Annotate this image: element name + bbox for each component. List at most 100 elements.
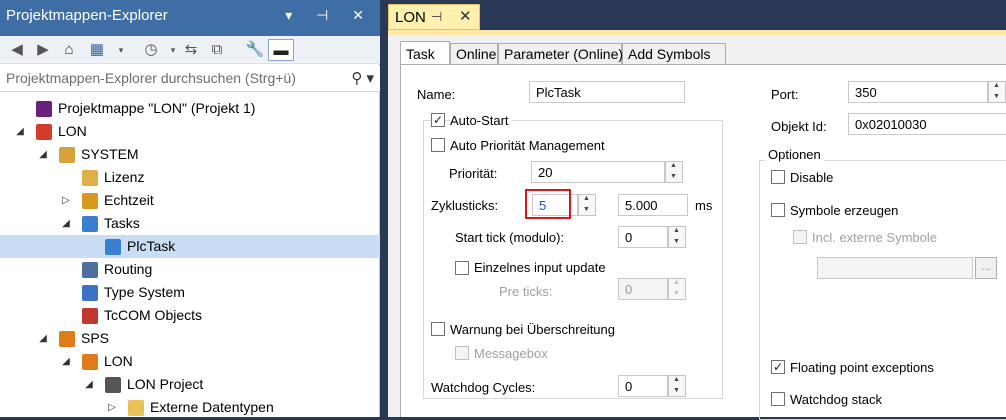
tasks-icon <box>82 216 98 232</box>
tab-parameter-online[interactable]: Parameter (Online) <box>498 43 623 65</box>
watchdog-cycles-label: Watchdog Cycles: <box>431 380 536 395</box>
auto-start-label: Auto-Start <box>450 113 512 128</box>
tccom-icon <box>82 308 98 324</box>
external-symbols-label: Incl. externe Symbole <box>812 230 938 245</box>
home-icon[interactable]: ⌂ <box>58 39 80 61</box>
external-symbols-checkbox <box>793 230 807 244</box>
panel-window-controls[interactable]: ▾ ⊣ ✕ <box>285 7 374 24</box>
tab-online[interactable]: Online <box>450 43 498 65</box>
collapse-arrow-icon[interactable]: ◢ <box>60 350 72 373</box>
cycle-ticks-spinner[interactable] <box>578 194 596 216</box>
expand-arrow-icon[interactable]: ▷ <box>60 189 72 212</box>
auto-priority-checkbox[interactable] <box>431 138 445 152</box>
expand-arrow-icon[interactable]: ▷ <box>106 396 118 419</box>
tree-item-label: LON <box>104 353 133 369</box>
tree-item-label: TcCOM Objects <box>104 307 203 323</box>
single-input-update-checkbox[interactable] <box>455 261 469 275</box>
type-system-icon <box>82 285 98 301</box>
create-symbols-label: Symbole erzeugen <box>790 203 899 218</box>
pin-icon[interactable]: ⊣ <box>431 9 442 25</box>
name-field[interactable]: PlcTask <box>529 81 685 103</box>
watchdog-cycles-field[interactable]: 0 <box>618 375 668 397</box>
create-symbols-checkbox[interactable] <box>771 203 785 217</box>
watchdog-stack-label: Watchdog stack <box>790 392 883 407</box>
plc-project-icon <box>82 354 98 370</box>
tree-item[interactable]: Lizenz <box>0 166 380 189</box>
plc-subproject-icon <box>105 377 121 393</box>
twincat-project-icon <box>36 124 52 140</box>
close-icon[interactable]: ✕ <box>459 7 472 25</box>
back-icon[interactable]: ◀ <box>6 39 28 61</box>
task-tab-pane: Name: PlcTask ✓ Auto-Start Auto Prioritä… <box>400 64 1006 420</box>
tree-item-label: Externe Datentypen <box>150 399 274 415</box>
tree-item[interactable]: ▷ Externe Datentypen <box>0 396 380 419</box>
tree-item[interactable]: ◢ LON Project <box>0 373 380 396</box>
tree-item-label: LON Project <box>127 376 204 392</box>
solution-icon <box>36 101 52 117</box>
folder-icon <box>128 400 144 416</box>
pre-ticks-spinner <box>668 278 686 300</box>
solution-explorer-search[interactable]: Projektmappen-Explorer durchsuchen (Strg… <box>0 66 380 92</box>
pending-changes-icon[interactable]: ◷ <box>140 39 162 61</box>
priority-field[interactable]: 20 <box>531 161 665 183</box>
tree-item[interactable]: ▷ Echtzeit <box>0 189 380 212</box>
tree-item[interactable]: Routing <box>0 258 380 281</box>
sync-icon[interactable]: ⇆ <box>180 39 202 61</box>
browse-button: ... <box>975 257 997 279</box>
document-tab-lon[interactable]: LON ⊣ ✕ <box>388 4 480 30</box>
port-label: Port: <box>771 87 799 102</box>
pre-ticks-field: 0 <box>618 278 668 300</box>
tree-item-label: SYSTEM <box>81 146 139 162</box>
document-tab-label: LON <box>395 9 426 26</box>
properties-wrench-icon[interactable]: 🔧 <box>244 39 266 61</box>
watchdog-stack-checkbox[interactable] <box>771 392 785 406</box>
priority-spinner[interactable] <box>665 161 683 183</box>
port-field[interactable]: 350 <box>848 81 988 103</box>
start-tick-field[interactable]: 0 <box>618 226 668 248</box>
search-icon[interactable]: ⚲ ▾ <box>351 69 374 87</box>
watchdog-cycles-spinner[interactable] <box>668 375 686 397</box>
disable-checkbox[interactable] <box>771 170 785 184</box>
options-group <box>759 160 1006 420</box>
cycle-ms-field[interactable]: 5.000 <box>618 194 688 216</box>
collapse-arrow-icon[interactable]: ◢ <box>83 373 95 396</box>
collapse-arrow-icon[interactable]: ◢ <box>37 143 49 166</box>
collapse-arrow-icon[interactable]: ◢ <box>60 212 72 235</box>
messagebox-label: Messagebox <box>474 346 548 361</box>
floating-point-exceptions-checkbox[interactable]: ✓ <box>771 360 785 374</box>
tab-task[interactable]: Task <box>400 41 450 65</box>
routing-icon <box>82 262 98 278</box>
license-icon <box>82 170 98 186</box>
single-input-update-label: Einzelnes input update <box>474 260 606 275</box>
collapse-arrow-icon[interactable]: ◢ <box>37 327 49 350</box>
port-spinner[interactable] <box>988 81 1006 103</box>
views-dropdown-icon[interactable]: ▾ <box>110 39 132 61</box>
preview-icon[interactable]: ▬ <box>268 39 294 61</box>
auto-start-checkbox[interactable]: ✓ <box>431 113 445 127</box>
tree-item[interactable]: PlcTask <box>0 235 380 258</box>
tree-item-label: Routing <box>104 261 153 277</box>
tree-item-label: SPS <box>81 330 110 346</box>
plc-icon <box>59 331 75 347</box>
search-input[interactable]: Projektmappen-Explorer durchsuchen (Strg… <box>6 70 296 86</box>
cycle-ticks-label: Zyklusticks: <box>431 198 499 213</box>
overrun-warning-checkbox[interactable] <box>431 322 445 336</box>
tree-item[interactable]: ◢ LON <box>0 350 380 373</box>
object-id-label: Objekt Id: <box>771 119 827 134</box>
collapse-all-icon[interactable]: ⧉ <box>206 39 228 61</box>
forward-icon[interactable]: ▶ <box>32 39 54 61</box>
tree-item[interactable]: Type System <box>0 281 380 304</box>
switch-views-icon[interactable]: ▦ <box>86 39 108 61</box>
tree-item[interactable]: ◢ SPS <box>0 327 380 350</box>
tree-item[interactable]: ◢ LON <box>0 120 380 143</box>
tab-add-symbols[interactable]: Add Symbols <box>622 43 726 65</box>
tree-item[interactable]: ◢ Tasks <box>0 212 380 235</box>
tree-item[interactable]: ◢ SYSTEM <box>0 143 380 166</box>
start-tick-spinner[interactable] <box>668 226 686 248</box>
tree-item[interactable]: Projektmappe "LON" (Projekt 1) <box>0 97 380 120</box>
solution-explorer-title-bar: Projektmappen-Explorer ▾ ⊣ ✕ <box>0 0 380 36</box>
system-icon <box>59 147 75 163</box>
external-symbols-path-field <box>817 257 973 279</box>
tree-item[interactable]: TcCOM Objects <box>0 304 380 327</box>
collapse-arrow-icon[interactable]: ◢ <box>14 120 26 143</box>
